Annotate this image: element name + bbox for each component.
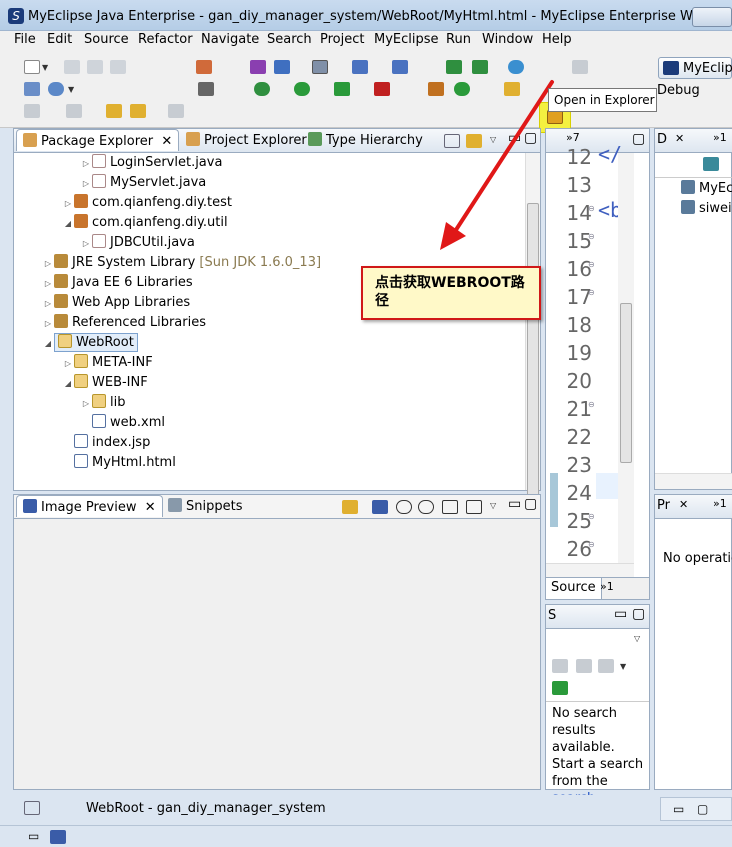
annotation-callout: 点击获取WEBROOT路径 xyxy=(361,266,541,320)
arrow-head xyxy=(440,222,466,250)
tooltip: Open in Explorer xyxy=(548,88,657,112)
annotation-arrow xyxy=(440,80,554,250)
arrow-shaft xyxy=(450,80,554,238)
